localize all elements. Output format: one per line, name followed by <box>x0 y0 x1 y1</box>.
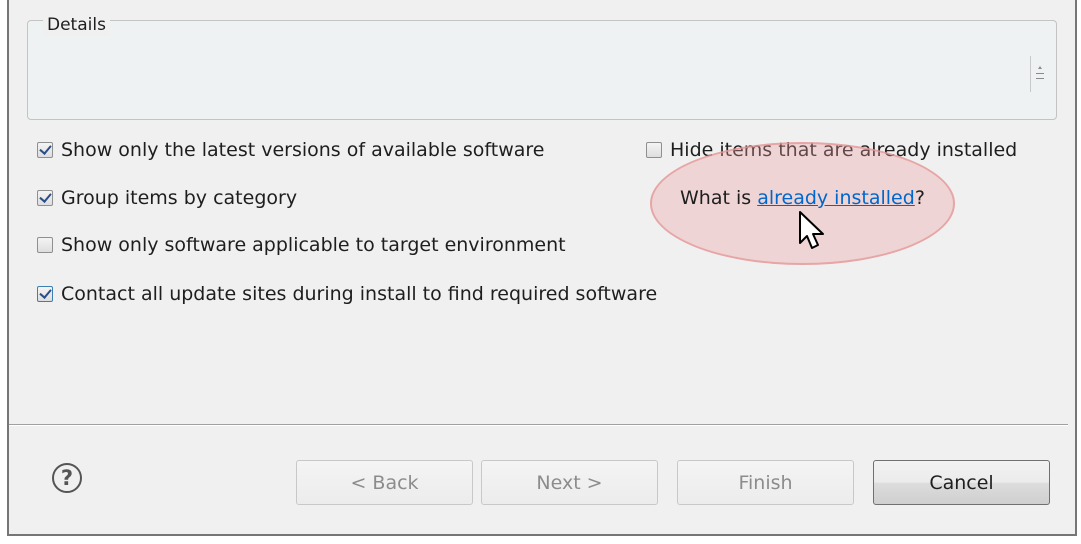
option-target-environment-label: Show only software applicable to target … <box>61 234 566 256</box>
checkbox-group-by-category[interactable] <box>37 190 53 206</box>
details-group <box>27 20 1057 120</box>
already-installed-link[interactable]: already installed <box>757 187 915 209</box>
checkbox-target-environment[interactable] <box>37 237 53 253</box>
option-target-environment[interactable]: Show only software applicable to target … <box>37 233 566 257</box>
details-label: Details <box>43 14 110 36</box>
option-contact-update-sites-label: Contact all update sites during install … <box>61 283 658 305</box>
option-group-by-category-label: Group items by category <box>61 187 298 209</box>
option-group-by-category[interactable]: Group items by category <box>37 186 297 210</box>
details-scroll-spinner[interactable] <box>1030 56 1048 92</box>
finish-button[interactable]: Finish <box>677 460 854 505</box>
cancel-button[interactable]: Cancel <box>873 460 1050 505</box>
what-is-suffix: ? <box>914 187 925 209</box>
back-button[interactable]: < Back <box>296 460 473 505</box>
option-latest-versions[interactable]: Show only the latest versions of availab… <box>37 138 544 162</box>
option-contact-update-sites[interactable]: Contact all update sites during install … <box>37 282 657 306</box>
next-button[interactable]: Next > <box>481 460 658 505</box>
checkbox-latest-versions[interactable] <box>37 142 53 158</box>
checkbox-hide-installed[interactable] <box>646 142 662 158</box>
hand-cursor-icon <box>799 211 824 249</box>
what-is-prefix: What is <box>680 187 758 209</box>
what-is-installed-text: What is already installed? <box>680 186 925 210</box>
help-icon[interactable]: ? <box>52 463 82 493</box>
scroll-down-icon[interactable] <box>1036 78 1044 84</box>
scroll-up-icon[interactable] <box>1036 66 1044 74</box>
option-latest-versions-label: Show only the latest versions of availab… <box>61 139 545 161</box>
button-bar-divider <box>9 424 1068 426</box>
checkbox-contact-update-sites[interactable] <box>37 286 53 302</box>
